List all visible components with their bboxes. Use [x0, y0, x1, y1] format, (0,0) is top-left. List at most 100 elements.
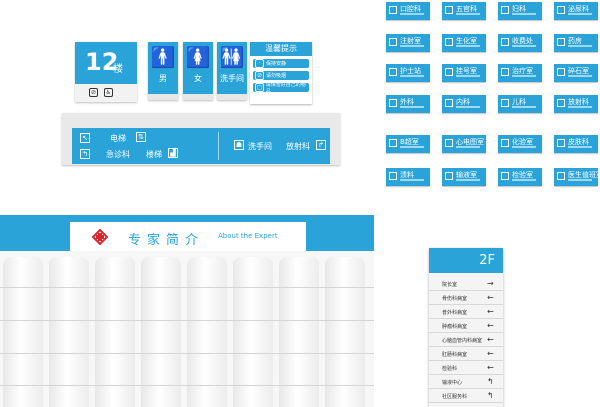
department-plate: 护士站	[386, 64, 430, 82]
department-icon	[557, 68, 565, 76]
emergency-label: 急诊科	[106, 150, 130, 159]
quiet-icon: ·	[255, 59, 264, 68]
floor-label: 2F	[479, 253, 495, 268]
direction-arrow-icon: ←	[487, 307, 494, 316]
department-icon	[501, 139, 509, 147]
directory-row: 骨伤科病室 ←	[429, 292, 503, 305]
notice-item: ▢ 请保管好自己的物品	[253, 82, 309, 95]
department-icon	[445, 172, 453, 180]
department-plate: 检验室	[498, 168, 542, 186]
department-plate: B超室	[386, 135, 430, 153]
department-icon	[445, 139, 453, 147]
arrow-turn-icon: ↰	[80, 149, 90, 159]
department-plate: 溃料	[386, 168, 430, 186]
toilet-icon: ♿	[104, 88, 113, 97]
directory-entry: 肿瘤科病室	[442, 324, 468, 330]
department-icon	[557, 99, 565, 107]
department-plate: 收费处	[498, 34, 542, 52]
department-icon	[389, 172, 397, 180]
divider	[218, 132, 219, 160]
arrow-up-left-icon: ↖	[80, 133, 90, 143]
directory-entry: 社区服务科	[442, 394, 468, 400]
department-plate: 泌尿科	[554, 2, 598, 20]
department-icon	[501, 6, 509, 14]
department-icon	[445, 38, 453, 46]
direction-arrow-icon: ←	[487, 363, 494, 372]
restroom-label: 洗手间	[220, 74, 244, 83]
direction-arrow-icon: ←	[487, 293, 494, 302]
directory-entry: 普外科病室	[442, 310, 468, 316]
directory-row: 检验科 ←	[429, 362, 503, 375]
arrow-turn-right-icon: ↱	[316, 140, 326, 150]
direction-arrow-icon: ↰	[487, 391, 494, 400]
red-cross-logo-icon	[92, 229, 108, 245]
department-plate: 化验室	[498, 135, 542, 153]
directory-row: 普外科病室 ←	[429, 306, 503, 319]
department-icon	[557, 139, 565, 147]
male-icon: 🚹	[150, 45, 176, 69]
restroom-sign-washroom: 🚻 洗手间	[217, 42, 247, 100]
restroom-label: 男	[159, 74, 167, 83]
direction-arrow-icon: ←	[487, 335, 494, 344]
notice-item: · 保持安静	[253, 59, 309, 68]
department-plate: 妇科	[498, 2, 542, 20]
restroom-label: 女	[194, 74, 202, 83]
directory-row: 肛肠科病室 ←	[429, 348, 503, 361]
direction-arrow-icon: →	[487, 279, 494, 288]
directory-row: 心脑血管内科病室 ←	[429, 334, 503, 347]
directory-entry: 骨伤科病室	[442, 296, 468, 302]
department-plate: 注射室	[386, 34, 430, 52]
radiology-label: 放射科	[286, 142, 310, 151]
directory-entry: 输液中心	[442, 380, 463, 386]
expert-board: 专家简介 About the Expert	[0, 215, 374, 407]
no-smoking-icon: ⊘	[89, 88, 98, 97]
floor-sign: 12 楼 ⊘ ♿	[75, 42, 137, 102]
department-plate: 放射科	[554, 95, 598, 113]
direction-arrow-icon: ↰	[487, 377, 494, 386]
washroom-label: 洗手间	[248, 142, 272, 151]
directory-row: 肿瘤科病室 ←	[429, 320, 503, 333]
department-icon	[389, 68, 397, 76]
department-plate: 生化室	[442, 34, 486, 52]
floor-sign-header: 12 楼	[75, 42, 137, 84]
stairs-icon: ▟	[168, 148, 178, 158]
female-icon: 🚺	[185, 45, 211, 69]
department-icon	[501, 38, 509, 46]
department-icon	[557, 6, 565, 14]
notice-item: ⊘ 请勿吸烟	[253, 71, 309, 80]
elevator-icon: ⇅	[136, 132, 146, 142]
department-icon	[557, 38, 565, 46]
expert-title: 专家简介	[128, 233, 205, 248]
floor-directory: 2F 院长室 → 骨伤科病室 ← 普外科病室 ← 肿瘤科病室 ← 心脑血管内科病室 ← 肛肠科病室 ←…	[429, 248, 503, 407]
directory-entry: 检验科	[442, 366, 458, 372]
department-plate: 口腔科	[386, 2, 430, 20]
department-icon	[389, 139, 397, 147]
department-plate: 碎石室	[554, 64, 598, 82]
department-plate: 皮肤科	[554, 135, 598, 153]
directory-row: 社区服务科 ↰	[429, 390, 503, 403]
direction-arrow-icon: ←	[487, 349, 494, 358]
department-plate: 治疗室	[498, 64, 542, 82]
department-icon	[501, 68, 509, 76]
directory-entry: 心脑血管内科病室	[442, 338, 483, 344]
notice-title: 温馨提示	[250, 42, 312, 56]
direction-sign: ↖ ↰ 电梯 ⇅ 急诊科 楼梯 ▟ ☗ 洗手间 放射科 ↱	[62, 113, 340, 165]
restroom-sign-female: 🚺 女	[183, 42, 213, 100]
department-plate: 心电图室	[442, 135, 486, 153]
expert-title-en: About the Expert	[218, 232, 278, 240]
elevator-label: 电梯	[110, 134, 126, 143]
directory-row: 输液中心 ↰	[429, 376, 503, 389]
department-icon	[445, 99, 453, 107]
notice-board: 温馨提示 · 保持安静 ⊘ 请勿吸烟 ▢ 请保管好自己的物品	[250, 42, 312, 104]
department-plate: 外科	[386, 95, 430, 113]
direction-arrow-icon: ←	[487, 321, 494, 330]
department-icon	[501, 99, 509, 107]
no-smoking-icon: ⊘	[255, 71, 264, 80]
department-icon	[389, 99, 397, 107]
directory-entry: 肛肠科病室	[442, 352, 468, 358]
department-plate: 内科	[442, 95, 486, 113]
directory-entry: 院长室	[442, 282, 458, 288]
department-icon	[501, 172, 509, 180]
department-plate: 药房	[554, 34, 598, 52]
bag-icon: ▢	[255, 83, 264, 92]
